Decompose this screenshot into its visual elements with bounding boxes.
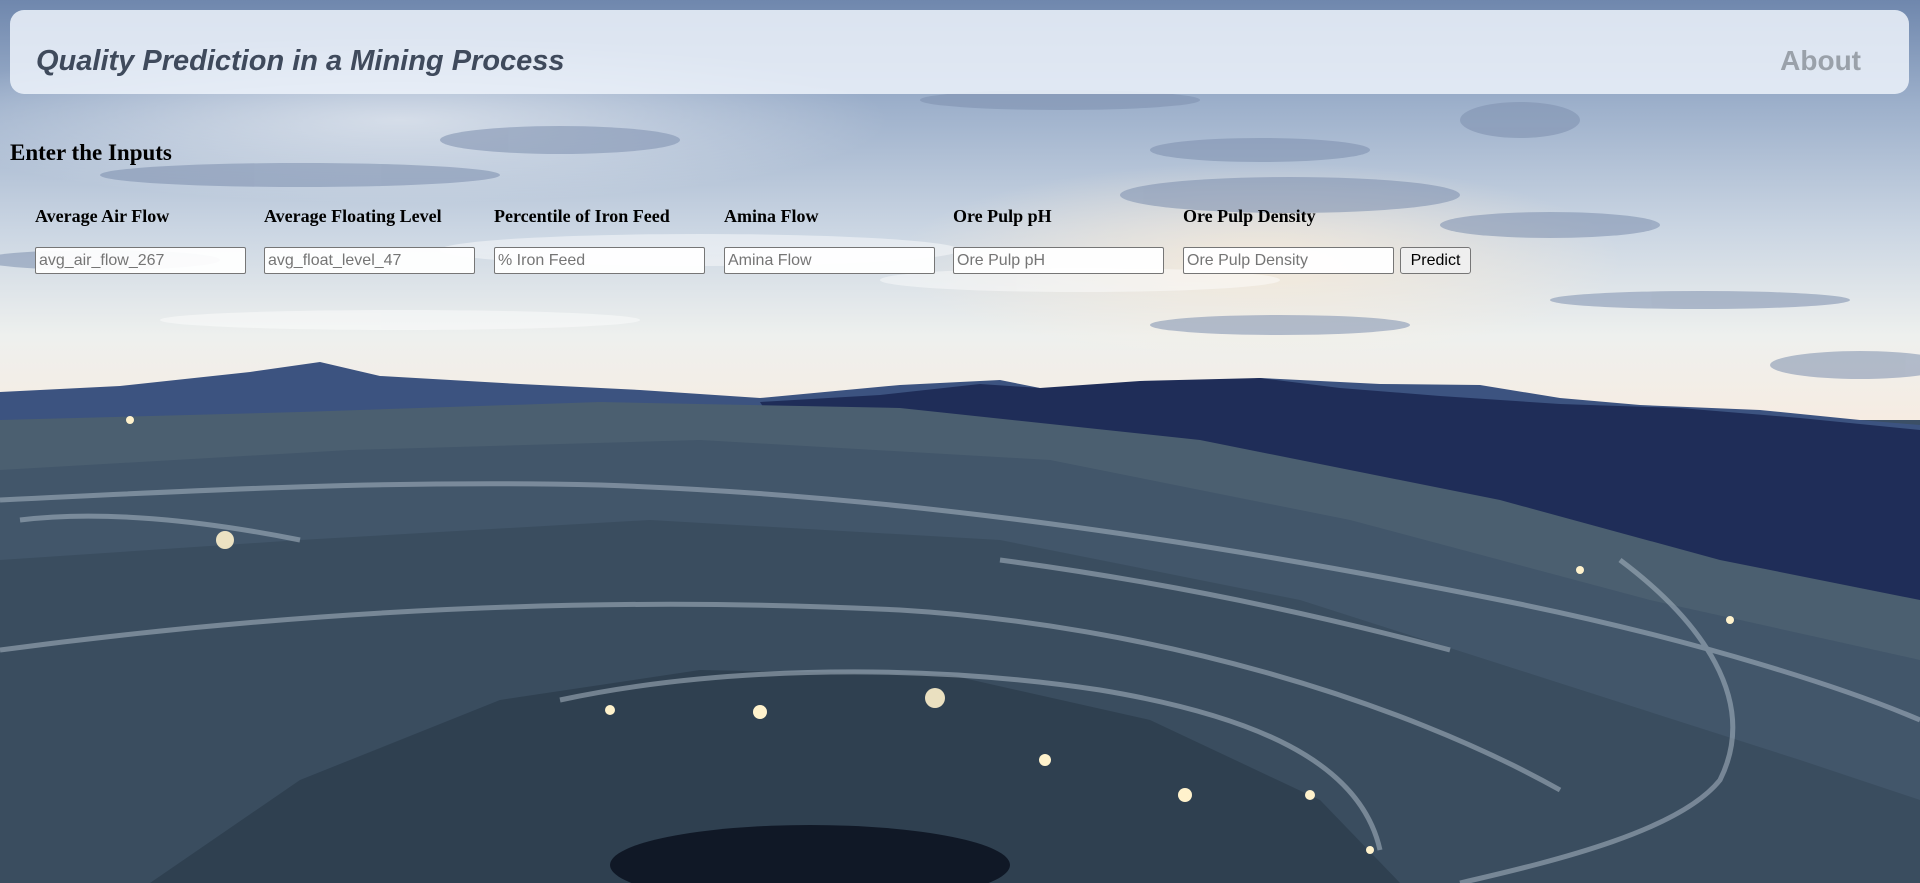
field-ore-pulp-ph: Ore Pulp pH	[953, 204, 1164, 274]
field-amina-flow: Amina Flow	[724, 204, 935, 274]
percentile-iron-feed-label: Percentile of Iron Feed	[494, 206, 670, 226]
percentile-iron-feed-input[interactable]	[494, 247, 705, 274]
site-title: Quality Prediction in a Mining Process	[36, 45, 565, 77]
field-average-air-flow: Average Air Flow	[35, 204, 246, 274]
average-air-flow-input[interactable]	[35, 247, 246, 274]
navbar: Quality Prediction in a Mining Process A…	[10, 10, 1909, 94]
average-floating-level-label: Average Floating Level	[264, 206, 442, 226]
field-average-floating-level: Average Floating Level	[264, 204, 475, 274]
field-percentile-iron-feed: Percentile of Iron Feed	[494, 204, 705, 274]
background-image	[0, 0, 1920, 883]
form-title: Enter the Inputs	[10, 140, 172, 165]
ore-pulp-density-input[interactable]	[1183, 247, 1394, 274]
average-floating-level-input[interactable]	[264, 247, 475, 274]
about-link[interactable]: About	[1780, 41, 1861, 81]
amina-flow-input[interactable]	[724, 247, 935, 274]
predict-button[interactable]: Predict	[1400, 247, 1471, 274]
ore-pulp-ph-label: Ore Pulp pH	[953, 206, 1052, 226]
average-air-flow-label: Average Air Flow	[35, 206, 170, 226]
mine-landscape	[0, 362, 1920, 883]
amina-flow-label: Amina Flow	[724, 206, 819, 226]
field-ore-pulp-density: Ore Pulp Density	[1183, 204, 1394, 274]
ore-pulp-density-label: Ore Pulp Density	[1183, 206, 1316, 226]
ore-pulp-ph-input[interactable]	[953, 247, 1164, 274]
